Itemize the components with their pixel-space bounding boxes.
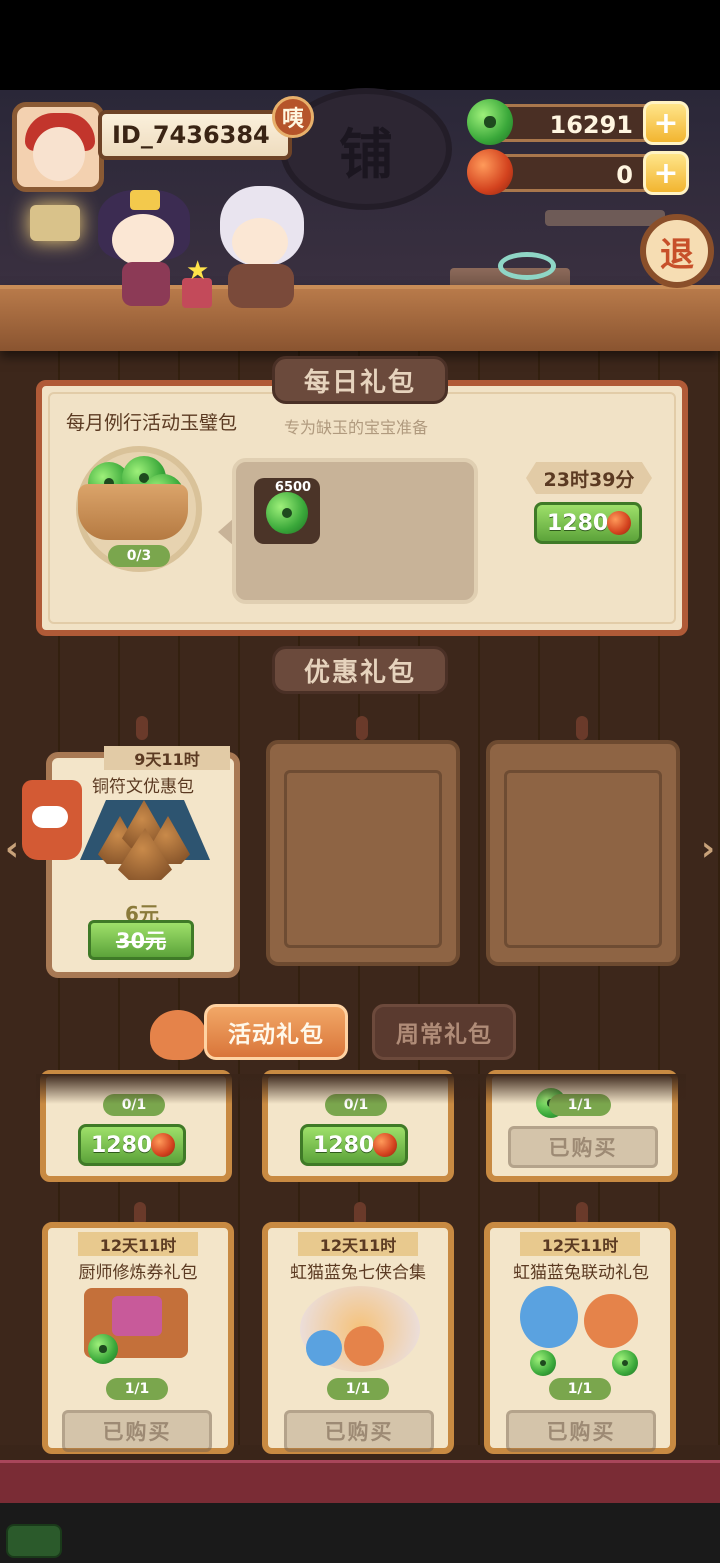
character-princess-body xyxy=(122,262,170,306)
pack-name: 虹猫蓝兔联动礼包 xyxy=(513,1263,649,1283)
avatar[interactable] xyxy=(12,102,104,192)
scroll-fade xyxy=(36,1074,686,1104)
green-jade-value: 16291 xyxy=(549,111,634,139)
add-red-jade-button[interactable]: + xyxy=(643,151,689,195)
discount-section-title: 优惠礼包 xyxy=(272,646,448,694)
reward-quantity: 6500 xyxy=(274,480,312,495)
shop-sign-text: 铺 xyxy=(339,122,393,186)
nav-toggle-icon[interactable] xyxy=(6,1524,62,1558)
daily-buy-button[interactable]: 1280 xyxy=(534,502,642,544)
copy-id-button[interactable]: 咦 xyxy=(272,96,314,138)
pack-name: 虹猫蓝兔七侠合集 xyxy=(290,1263,426,1283)
daily-timer: 23时39分 xyxy=(526,462,652,494)
empty-pack-slot xyxy=(486,740,680,966)
discount-pack-name: 铜符文优惠包 xyxy=(92,777,194,797)
system-nav-bar xyxy=(0,1503,720,1563)
purchased-stamp: 已购买 xyxy=(506,1410,656,1452)
tab-weekly-packs[interactable]: 周常礼包 xyxy=(372,1004,516,1060)
activity-buy-button[interactable]: 1280 xyxy=(78,1124,186,1166)
green-jade-icon xyxy=(88,1334,118,1364)
buy-discount-button[interactable]: 30元 xyxy=(88,920,194,960)
avatar-face xyxy=(33,127,85,181)
candle-lamp xyxy=(30,205,80,241)
daily-pack-subtitle: 专为缺玉的宝宝准备 xyxy=(284,418,429,437)
blue-rabbit-icon xyxy=(306,1330,342,1366)
player-id: ID_7436384 xyxy=(98,110,292,160)
rainbow-cat-icon xyxy=(344,1326,384,1366)
daily-price: 1280 xyxy=(547,510,609,536)
tab-activity-packs[interactable]: 活动礼包 xyxy=(204,1004,348,1060)
red-jade-icon xyxy=(373,1133,397,1157)
next-arrow-icon[interactable]: › xyxy=(696,826,720,872)
voucher-icon xyxy=(112,1296,162,1336)
pack-quantity: 1/1 xyxy=(549,1378,611,1400)
rainbow-cat-icon xyxy=(584,1294,638,1348)
pack-quantity: 1/1 xyxy=(106,1378,168,1400)
hanging-pin xyxy=(576,716,588,740)
red-jade-icon xyxy=(467,149,513,195)
bottom-dock xyxy=(0,1460,720,1506)
green-jade-counter: 16291 + xyxy=(467,99,689,145)
green-jade-icon xyxy=(467,99,513,145)
hanging-pin xyxy=(136,716,148,740)
status-bar xyxy=(0,0,720,90)
pack-timer: 12天11时 xyxy=(520,1232,640,1256)
red-jade-icon xyxy=(607,511,631,535)
character-princess-face xyxy=(112,214,174,266)
activity-price: 1280 xyxy=(313,1132,375,1158)
red-jade-counter: 0 + xyxy=(467,149,689,195)
shop-counter xyxy=(0,285,720,351)
pack-timer: 12天11时 xyxy=(298,1232,418,1256)
crown-icon xyxy=(130,190,160,210)
red-jade-value: 0 xyxy=(616,161,633,189)
daily-progress: 0/3 xyxy=(108,545,170,567)
character-cat-chef-body xyxy=(228,264,294,308)
discount-pack-timer: 9天11时 xyxy=(104,746,230,770)
shelf xyxy=(545,210,665,226)
purchased-stamp: 已购买 xyxy=(508,1126,658,1168)
cat-mascot-icon xyxy=(150,1010,206,1060)
red-jade-icon xyxy=(151,1133,175,1157)
activity-buy-button[interactable]: 1280 xyxy=(300,1124,408,1166)
green-jade-icon xyxy=(612,1350,638,1376)
blue-rabbit-icon xyxy=(520,1286,578,1348)
daily-section-title: 每日礼包 xyxy=(272,356,448,404)
hanging-pin xyxy=(356,716,368,740)
basket-icon xyxy=(78,484,188,540)
discount-tag-icon xyxy=(22,780,82,860)
character-cat-chef-face xyxy=(232,218,288,266)
activity-price: 1280 xyxy=(91,1132,153,1158)
prev-arrow-icon[interactable]: ‹ xyxy=(0,826,24,872)
purchased-stamp: 已购买 xyxy=(62,1410,212,1452)
pack-timer: 12天11时 xyxy=(78,1232,198,1256)
star-icon: ★ xyxy=(186,256,210,286)
pack-quantity: 1/1 xyxy=(327,1378,389,1400)
purchased-stamp: 已购买 xyxy=(284,1410,434,1452)
daily-pack-name: 每月例行活动玉璧包 xyxy=(66,412,238,434)
exit-button[interactable]: 退 xyxy=(640,214,714,288)
pack-name: 厨师修炼券礼包 xyxy=(78,1263,198,1283)
empty-pack-slot xyxy=(266,740,460,966)
jade-bracelet-icon xyxy=(498,252,556,280)
green-jade-icon xyxy=(530,1350,556,1376)
add-green-jade-button[interactable]: + xyxy=(643,101,689,145)
green-jade-icon xyxy=(266,492,308,534)
